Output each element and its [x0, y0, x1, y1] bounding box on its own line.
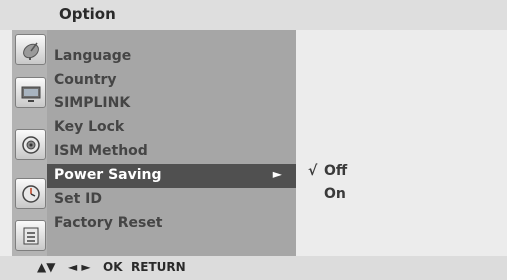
menu-item-label: ISM Method — [54, 143, 148, 159]
option-menu-list: Language Country SIMPLINK Key Lock ISM M… — [47, 30, 296, 256]
up-down-arrows-icon: ▲▼ — [37, 260, 56, 274]
menu-item-power-saving[interactable]: Power Saving ► — [47, 164, 296, 188]
clock-icon[interactable] — [15, 178, 46, 209]
option-off[interactable]: √ Off — [308, 163, 347, 179]
menu-item-key-lock[interactable]: Key Lock — [47, 116, 296, 140]
menu-item-ism-method[interactable]: ISM Method — [47, 140, 296, 164]
menu-item-label: Language — [54, 48, 132, 64]
option-on[interactable]: On — [308, 186, 346, 202]
left-right-arrows-icon: ◄ ► — [68, 260, 91, 274]
menu-title: Option — [59, 5, 116, 23]
menu-item-country[interactable]: Country — [47, 69, 296, 93]
option-label: Off — [324, 163, 348, 179]
menu-item-language[interactable]: Language — [47, 45, 296, 69]
option-label: On — [324, 186, 346, 202]
satellite-dish-icon[interactable] — [15, 34, 46, 65]
submenu-arrow-icon: ► — [272, 167, 282, 181]
category-icon-rail — [12, 30, 47, 256]
menu-item-set-id[interactable]: Set ID — [47, 188, 296, 212]
title-bar: Option — [0, 0, 507, 30]
menu-item-factory-reset[interactable]: Factory Reset — [47, 212, 296, 236]
power-saving-options: √ Off On — [296, 30, 507, 256]
tv-screen-icon[interactable] — [15, 77, 46, 108]
menu-item-label: Power Saving — [54, 167, 162, 183]
menu-item-label: Key Lock — [54, 119, 125, 135]
navigation-hint-bar: ▲▼ ◄ ► OK RETURN — [0, 256, 507, 280]
option-list-icon[interactable] — [15, 220, 46, 251]
menu-item-label: SIMPLINK — [54, 95, 131, 111]
option-menu-osd: Option Language Country SIMPLINK Key Loc… — [0, 0, 507, 280]
ok-hint: OK — [103, 260, 123, 274]
menu-item-label: Set ID — [54, 191, 102, 207]
return-hint: RETURN — [131, 260, 186, 274]
menu-item-label: Factory Reset — [54, 215, 163, 231]
checkmark-icon: √ — [308, 163, 318, 179]
speaker-icon[interactable] — [15, 129, 46, 160]
menu-item-simplink[interactable]: SIMPLINK — [47, 92, 296, 116]
menu-item-label: Country — [54, 72, 117, 88]
